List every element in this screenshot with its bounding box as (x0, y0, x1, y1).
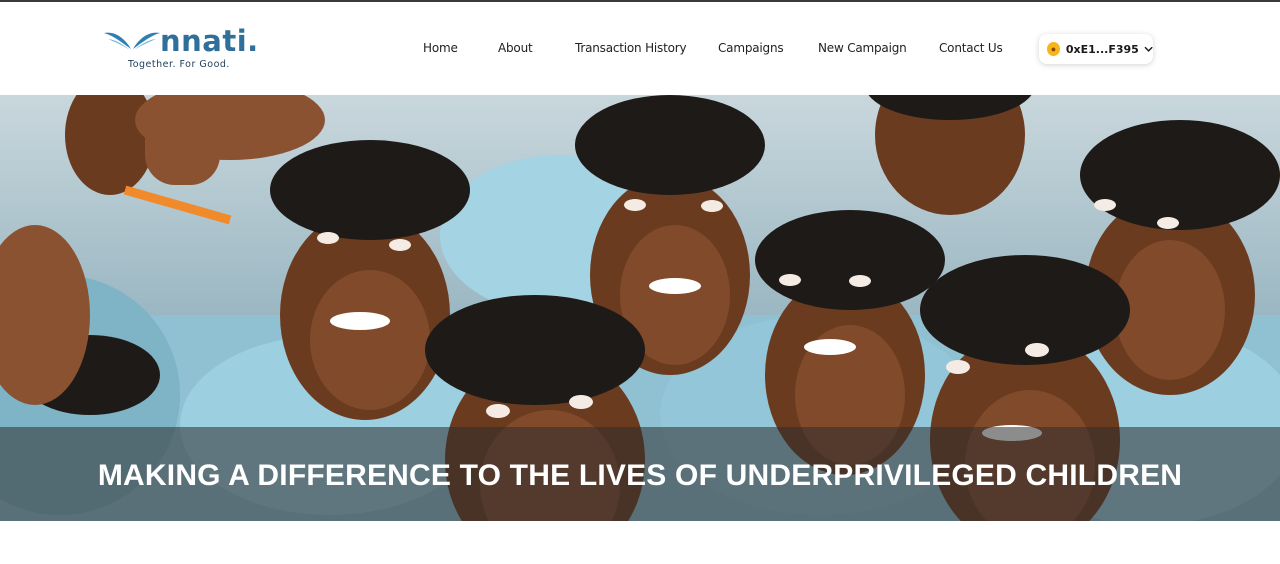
metamask-fox-icon: ● (1047, 42, 1060, 56)
nav-home[interactable]: Home (423, 41, 458, 55)
hero-banner: MAKING A DIFFERENCE TO THE LIVES OF UNDE… (0, 95, 1280, 521)
hero-title: MAKING A DIFFERENCE TO THE LIVES OF UNDE… (97, 459, 1183, 492)
chevron-down-icon (1144, 46, 1153, 52)
navbar: nnati. Together. For Good. Home About Tr… (0, 2, 1280, 95)
nav-about[interactable]: About (498, 41, 533, 55)
nav-transaction-history[interactable]: Transaction History (575, 41, 687, 55)
nav-contact-us[interactable]: Contact Us (939, 41, 1003, 55)
wings-logo-icon (104, 32, 160, 50)
brand-tagline: Together. For Good. (128, 59, 230, 70)
brand-logo[interactable]: nnati. Together. For Good. (102, 24, 262, 74)
wallet-button[interactable]: ● 0xE1...F395 (1039, 34, 1153, 64)
brand-wordmark: nnati. (160, 24, 259, 58)
nav-new-campaign[interactable]: New Campaign (818, 41, 907, 55)
nav-campaigns[interactable]: Campaigns (718, 41, 784, 55)
wallet-address: 0xE1...F395 (1065, 42, 1139, 56)
